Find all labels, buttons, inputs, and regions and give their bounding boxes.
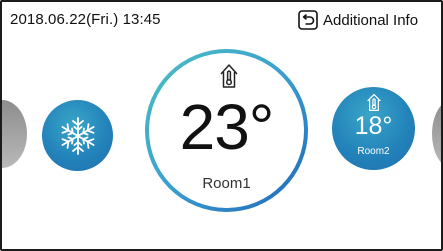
- room1-temperature: 23°: [179, 91, 275, 163]
- room1-dial-face: 23° Room1: [149, 53, 304, 208]
- room1-dial[interactable]: 23° Room1: [145, 49, 308, 212]
- room2-name: Room2: [357, 146, 390, 157]
- house-thermometer-icon: [220, 64, 238, 88]
- additional-info-button[interactable]: Additional Info: [298, 8, 418, 32]
- previous-item-button[interactable]: [2, 100, 27, 168]
- additional-info-label: Additional Info: [323, 11, 419, 29]
- room1-name: Room1: [202, 175, 251, 192]
- thermostat-screen: 2018.06.22(Fri.) 13:45 Additional Info 2…: [0, 0, 443, 251]
- mode-cool-button[interactable]: [42, 100, 113, 171]
- house-thermometer-icon: [367, 93, 381, 112]
- snowflake-icon: [61, 116, 94, 155]
- return-arrow-icon: [298, 10, 318, 30]
- next-item-button[interactable]: [432, 100, 441, 168]
- room2-button[interactable]: 18° Room2: [332, 87, 415, 170]
- date-time: 2018.06.22(Fri.) 13:45: [10, 11, 161, 28]
- room2-temperature: 18°: [354, 112, 393, 140]
